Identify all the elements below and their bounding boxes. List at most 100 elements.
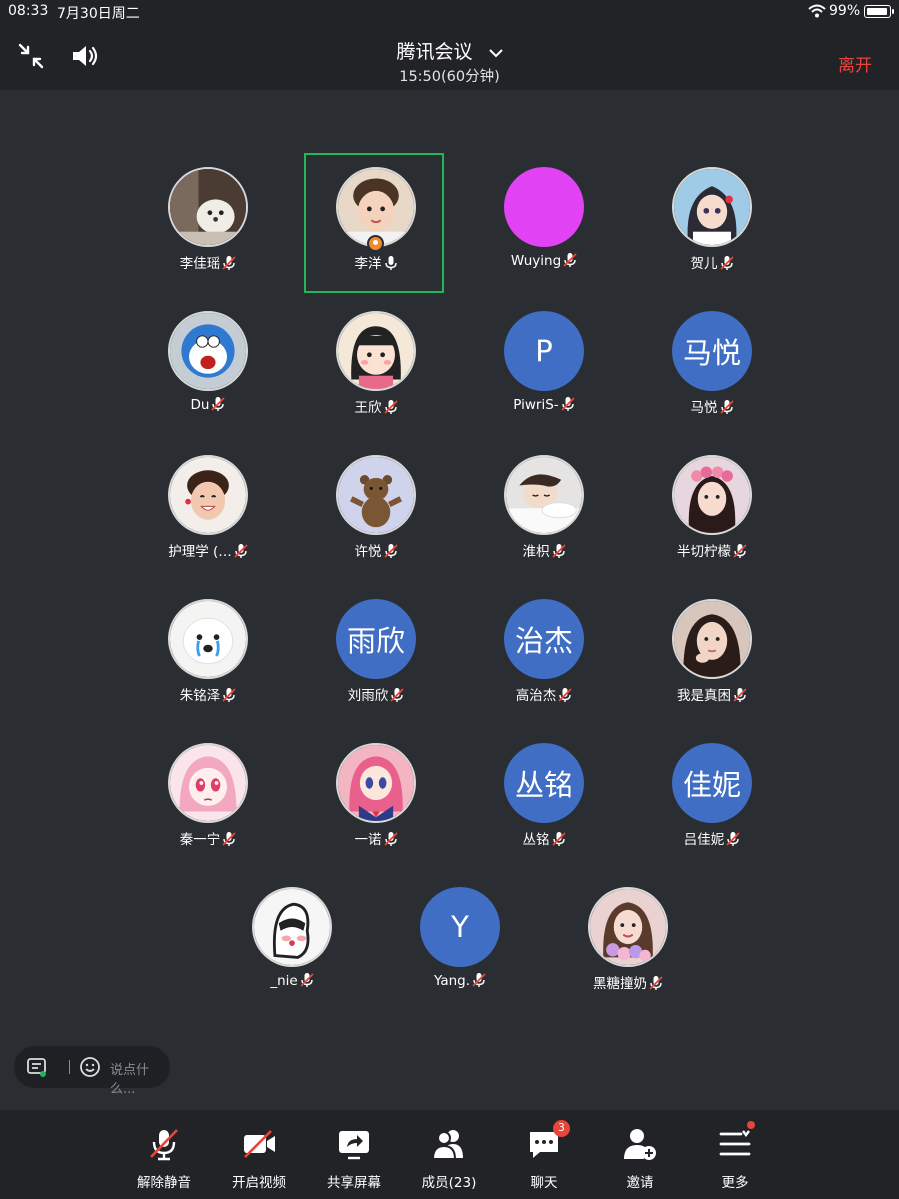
more-menu-icon bbox=[719, 1130, 751, 1156]
participant-name: Du bbox=[190, 397, 210, 413]
participant-name-row: 半切柠檬 bbox=[642, 540, 782, 560]
share-label: 共享屏幕 bbox=[327, 1175, 381, 1191]
unmute-button[interactable]: 解除静音 bbox=[128, 1126, 200, 1192]
avatar-image bbox=[170, 169, 246, 245]
participant-tile[interactable]: 许悦 bbox=[306, 443, 446, 583]
members-button[interactable]: 成员(23) bbox=[413, 1126, 485, 1192]
caption-icon[interactable] bbox=[26, 1056, 48, 1078]
participant-tile[interactable]: 李佳瑶 bbox=[138, 155, 278, 295]
notification-dot bbox=[747, 1121, 755, 1129]
avatar-image bbox=[254, 889, 330, 965]
participant-name: 刘雨欣 bbox=[347, 688, 389, 704]
participant-name: 贺儿 bbox=[690, 256, 718, 272]
participant-tile[interactable]: Y Yang. bbox=[390, 875, 530, 1015]
leave-button[interactable]: 离开 bbox=[838, 51, 872, 76]
avatar bbox=[336, 743, 416, 823]
participant-tile[interactable]: 护理学 (… bbox=[138, 443, 278, 583]
avatar bbox=[504, 167, 584, 247]
members-label: 成员(23) bbox=[421, 1175, 477, 1191]
participant-name: _nie bbox=[270, 973, 298, 989]
participant-tile[interactable]: 贺儿 bbox=[642, 155, 782, 295]
chat-input-bar[interactable]: 说点什么... bbox=[14, 1046, 170, 1097]
avatar bbox=[168, 599, 248, 679]
participant-tile[interactable]: 丛铭 丛铭 bbox=[474, 731, 614, 871]
participant-name-row: 高治杰 bbox=[474, 684, 614, 704]
meeting-header: 腾讯会议 15:50(60分钟) 离开 bbox=[0, 24, 899, 90]
avatar-initials: 马悦 bbox=[682, 336, 741, 370]
mic-muted-icon bbox=[558, 688, 572, 702]
status-date: 7月30日周二 bbox=[57, 6, 140, 22]
participant-name: 朱铭泽 bbox=[179, 688, 221, 704]
participant-name-row: 许悦 bbox=[306, 540, 446, 560]
avatar-image bbox=[170, 601, 246, 677]
more-button[interactable]: 更多 bbox=[699, 1121, 771, 1192]
members-icon bbox=[431, 1130, 463, 1160]
participant-tile[interactable]: 雨欣刘雨欣 bbox=[306, 587, 446, 727]
avatar bbox=[672, 167, 752, 247]
participant-tile[interactable]: 半切柠檬 bbox=[642, 443, 782, 583]
mic-muted-icon bbox=[726, 832, 740, 846]
mic-muted-icon bbox=[222, 832, 236, 846]
participant-tile[interactable]: 治杰 高治杰 bbox=[474, 587, 614, 727]
participant-tile[interactable]: 秦一宁 bbox=[138, 731, 278, 871]
video-label: 开启视频 bbox=[232, 1175, 286, 1191]
participant-tile[interactable]: 黑糖撞奶 bbox=[558, 875, 698, 1015]
participant-name-row: PiwriS- bbox=[474, 396, 614, 413]
participant-tile[interactable]: 淮枳 bbox=[474, 443, 614, 583]
more-label: 更多 bbox=[721, 1175, 749, 1191]
participant-name-row: Yang. bbox=[390, 972, 530, 989]
avatar bbox=[168, 743, 248, 823]
avatar bbox=[252, 887, 332, 967]
participant-tile[interactable]: P PiwriS- bbox=[474, 299, 614, 439]
share-screen-button[interactable]: 共享屏幕 bbox=[318, 1126, 390, 1192]
mic-muted-icon bbox=[561, 397, 575, 411]
mic-muted-icon bbox=[551, 544, 566, 558]
participant-name: 李佳瑶 bbox=[179, 256, 221, 272]
avatar-initials: P bbox=[535, 334, 553, 368]
chat-button[interactable]: 3 聊天 bbox=[508, 1120, 580, 1192]
participant-name-row: 吕佳妮 bbox=[642, 828, 782, 848]
participant-tile[interactable]: Du bbox=[138, 299, 278, 439]
participant-name-row: 秦一宁 bbox=[138, 828, 278, 848]
mic-muted-icon bbox=[551, 832, 566, 846]
meeting-title[interactable]: 腾讯会议 bbox=[0, 37, 899, 64]
participant-name-row: 王欣 bbox=[306, 396, 446, 416]
chat-label: 聊天 bbox=[530, 1175, 558, 1191]
avatar bbox=[672, 455, 752, 535]
mic-muted-icon bbox=[383, 832, 398, 846]
participant-tile[interactable]: 马悦 马悦 bbox=[642, 299, 782, 439]
mic-muted-icon bbox=[390, 688, 404, 702]
emoji-icon[interactable] bbox=[79, 1056, 101, 1078]
avatar-image bbox=[338, 313, 414, 389]
participant-tile[interactable]: 我是真困 bbox=[642, 587, 782, 727]
avatar: 雨欣 bbox=[336, 599, 416, 679]
mic-muted-icon bbox=[222, 256, 236, 270]
participant-tile[interactable]: 佳妮 吕佳妮 bbox=[642, 731, 782, 871]
avatar bbox=[672, 599, 752, 679]
status-bar: 08:33 7月30日周二 99% bbox=[0, 0, 899, 24]
participant-tile[interactable]: 王欣 bbox=[306, 299, 446, 439]
avatar-initials: 佳妮 bbox=[682, 768, 741, 802]
mic-muted-icon bbox=[649, 976, 663, 990]
participant-tile[interactable]: 朱铭泽 bbox=[138, 587, 278, 727]
avatar bbox=[168, 455, 248, 535]
mic-icon bbox=[384, 256, 397, 270]
avatar-image bbox=[674, 457, 750, 533]
avatar bbox=[168, 311, 248, 391]
avatar: 佳妮 bbox=[672, 743, 752, 823]
participant-name: 王欣 bbox=[354, 400, 382, 416]
invite-button[interactable]: 邀请 bbox=[604, 1126, 676, 1192]
participant-name-row: 刘雨欣 bbox=[306, 684, 446, 704]
battery-icon bbox=[864, 5, 894, 18]
participant-tile[interactable]: 李洋 bbox=[304, 153, 444, 293]
avatar-image bbox=[170, 313, 246, 389]
participant-name-row: 丛铭 bbox=[474, 828, 614, 848]
mic-muted-icon bbox=[472, 973, 486, 987]
participant-tile[interactable]: Wuying bbox=[474, 155, 614, 295]
participant-name-row: 护理学 (… bbox=[138, 540, 278, 560]
participant-tile[interactable]: _nie bbox=[222, 875, 362, 1015]
avatar: 马悦 bbox=[672, 311, 752, 391]
participant-tile[interactable]: 一诺 bbox=[306, 731, 446, 871]
start-video-button[interactable]: 开启视频 bbox=[223, 1126, 295, 1192]
participant-name-row: 朱铭泽 bbox=[138, 684, 278, 704]
